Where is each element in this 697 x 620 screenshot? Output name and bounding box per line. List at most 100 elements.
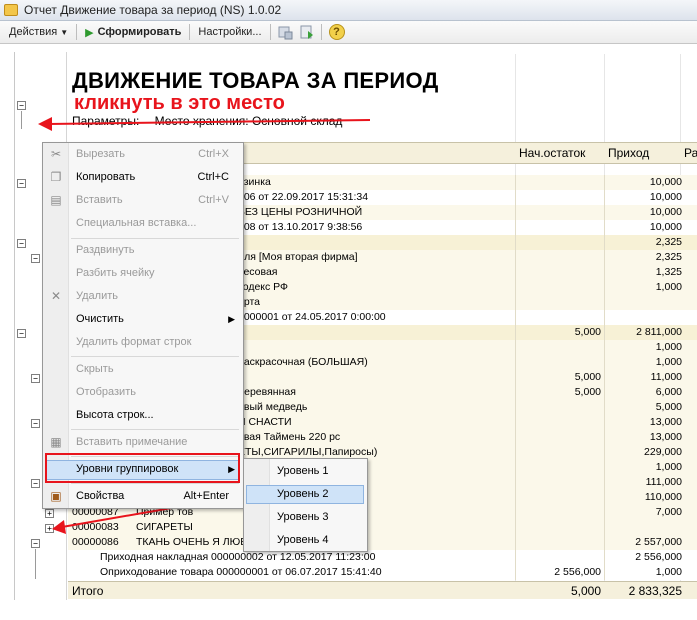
row-income: 13,000: [649, 431, 682, 443]
title-bar: Отчет Движение товара за период (NS) 1.0…: [0, 0, 697, 21]
settings-button[interactable]: Настройки...: [193, 22, 266, 42]
row-income: 229,000: [644, 446, 682, 458]
col-expense: Ра: [684, 146, 697, 160]
submenu-item-level-1[interactable]: Уровень 1: [244, 460, 367, 483]
row-start-balance: 2 556,000: [554, 566, 601, 578]
menu-label: Скрыть: [76, 363, 114, 375]
chevron-down-icon: ▼: [60, 27, 69, 37]
help-icon[interactable]: ?: [328, 24, 345, 40]
row-name: СИГАРЕТЫ: [136, 521, 193, 533]
menu-label: Свойства: [76, 490, 125, 502]
menu-separator: [71, 356, 239, 357]
menu-item-properties[interactable]: ▣ Свойства Alt+Enter: [43, 486, 243, 508]
toolbar-separator: [320, 24, 322, 40]
row-start-balance: 5,000: [574, 371, 601, 383]
cell-divider: [604, 295, 605, 310]
menu-item-copy[interactable]: ❐ Копировать Ctrl+C: [43, 167, 243, 189]
tree-line: [21, 111, 22, 129]
menu-label: Специальная вставка...: [76, 217, 197, 229]
actions-menu-button[interactable]: Действия ▼: [4, 22, 73, 42]
row-name: 008 от 13.10.2017 9:38:56: [238, 221, 363, 233]
save-settings-icon[interactable]: [277, 24, 293, 40]
menu-label: Очистить: [76, 313, 124, 325]
load-settings-icon[interactable]: [299, 24, 315, 40]
cell-divider: [515, 220, 516, 235]
row-income: 13,000: [649, 416, 682, 428]
row-income: 5,000: [655, 401, 682, 413]
submenu-arrow-icon: ▶: [228, 464, 235, 474]
row-income: 1,000: [655, 356, 682, 368]
cell-divider: [515, 460, 516, 475]
menu-item-paste-special[interactable]: Специальная вставка...: [43, 213, 243, 235]
submenu-item-level-2[interactable]: Уровень 2: [244, 483, 367, 506]
table-row[interactable]: Приходная накладная 000000002 от 12.05.2…: [0, 550, 697, 565]
params-label: Параметры:: [72, 114, 140, 128]
cell-divider: [515, 430, 516, 445]
collapse-toggle[interactable]: −: [17, 101, 26, 110]
report-params: Параметры: Место хранения: Основной скла…: [72, 114, 342, 128]
cell-divider: [604, 370, 605, 385]
menu-label: Уровень 1: [277, 465, 329, 477]
cell-divider: [604, 340, 605, 355]
row-name: ивый медведь: [238, 401, 308, 413]
row-start-balance: 5,000: [574, 386, 601, 398]
total-income: 2 833,325: [628, 584, 682, 598]
submenu-item-level-4[interactable]: Уровень 4: [244, 529, 367, 552]
cell-divider: [515, 385, 516, 400]
menu-shortcut: Ctrl+V: [198, 194, 229, 206]
paste-icon: ▤: [50, 193, 62, 207]
note-icon: ▦: [50, 435, 62, 449]
cell-divider: [515, 280, 516, 295]
menu-item-delete-row-format[interactable]: Удалить формат строк: [43, 332, 243, 354]
menu-shortcut: Ctrl+X: [198, 148, 229, 160]
row-name: ЕТЫ,СИГАРИЛЫ,Папиросы): [238, 446, 378, 458]
delete-icon: ✕: [50, 289, 62, 303]
menu-item-cut[interactable]: ✂ Вырезать Ctrl+X: [43, 144, 243, 166]
cell-divider: [515, 415, 516, 430]
cell-divider: [515, 205, 516, 220]
toolbar-separator: [189, 24, 191, 40]
row-name: деревянная: [238, 386, 296, 398]
row-income: 111,000: [645, 476, 682, 488]
cell-divider: [604, 505, 605, 520]
cell-divider: [604, 220, 605, 235]
row-income: 2 556,000: [635, 551, 682, 563]
cell-divider: [515, 505, 516, 520]
generate-button[interactable]: ▶ Сформировать: [80, 22, 186, 42]
cell-divider: [604, 490, 605, 505]
menu-label: Уровни группировок: [76, 463, 179, 475]
menu-label: Уровень 2: [277, 488, 329, 500]
toolbar: Действия ▼ ▶ Сформировать Настройки... ?: [0, 21, 697, 44]
cell-divider: [604, 205, 605, 220]
row-income: 10,000: [649, 206, 682, 218]
submenu-item-level-3[interactable]: Уровень 3: [244, 506, 367, 529]
row-name: овая Таймень 220 рс: [238, 431, 341, 443]
menu-item-clear[interactable]: Очистить ▶: [43, 309, 243, 331]
cell-divider: [515, 340, 516, 355]
table-row[interactable]: Оприходование товара 000000001 от 06.07.…: [0, 565, 697, 580]
menu-item-paste[interactable]: ▤ Вставить Ctrl+V: [43, 190, 243, 212]
cell-divider: [604, 385, 605, 400]
menu-item-split-cell[interactable]: Разбить ячейку: [43, 263, 243, 285]
submenu-arrow-icon: ▶: [228, 314, 235, 324]
cell-divider: [604, 235, 605, 250]
menu-item-hide[interactable]: Скрыть: [43, 359, 243, 381]
row-name: Оприходование товара 000000001 от 06.07.…: [100, 566, 382, 578]
row-name: для [Моя вторая фирма]: [238, 251, 358, 263]
row-income: 1,325: [655, 266, 682, 278]
row-income: 2,325: [655, 251, 682, 263]
cell-divider: [604, 460, 605, 475]
menu-separator: [71, 238, 239, 239]
menu-item-show[interactable]: Отобразить: [43, 382, 243, 404]
row-income: 2,325: [655, 236, 682, 248]
row-name: раскрасочная (БОЛЬШАЯ): [238, 356, 368, 368]
row-income: 10,000: [649, 176, 682, 188]
actions-label: Действия: [9, 26, 58, 38]
menu-item-delete[interactable]: ✕ Удалить: [43, 286, 243, 308]
menu-shortcut: Alt+Enter: [183, 490, 229, 502]
menu-item-expand[interactable]: Раздвинуть: [43, 240, 243, 262]
menu-item-insert-note[interactable]: ▦ Вставить примечание: [43, 432, 243, 454]
menu-item-row-height[interactable]: Высота строк...: [43, 405, 243, 427]
row-income: 1,000: [655, 341, 682, 353]
menu-label: Удалить формат строк: [76, 336, 192, 348]
